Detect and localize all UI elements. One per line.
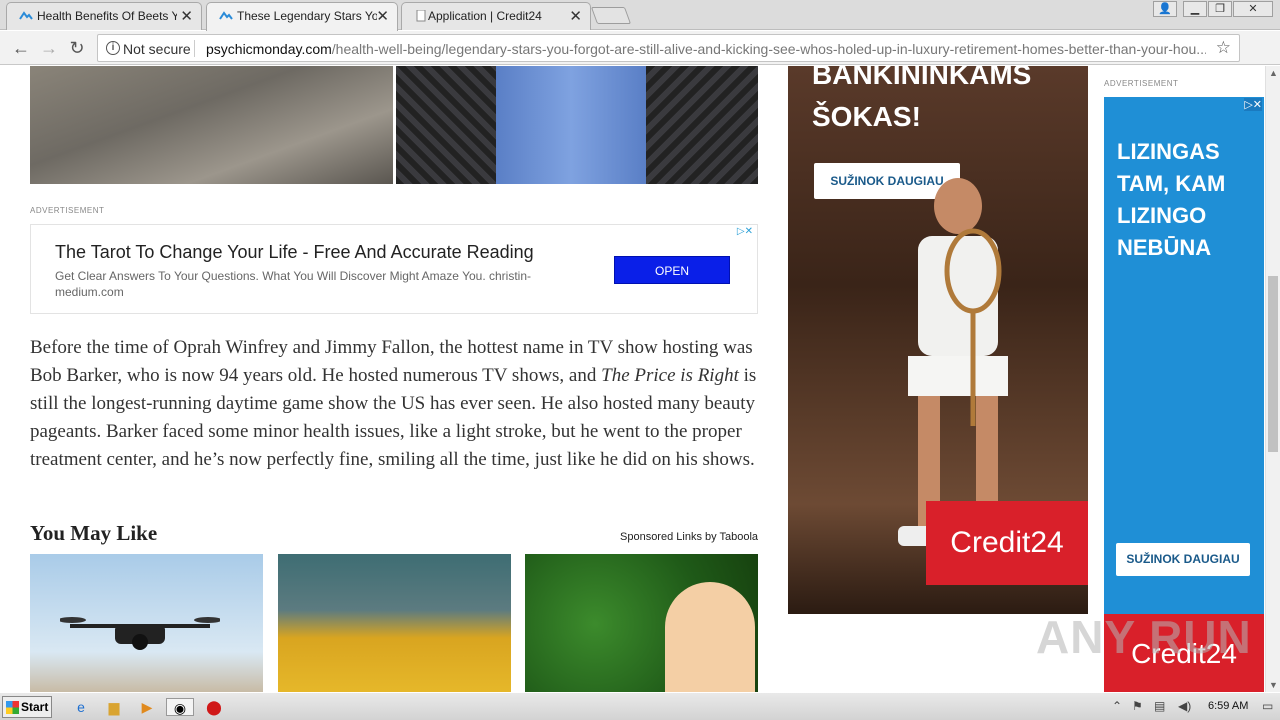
action-center-flag-icon[interactable]: ⚑ <box>1132 699 1143 713</box>
site-favicon <box>219 11 233 20</box>
show-title: The Price is Right <box>601 365 739 386</box>
shirt-area <box>496 66 646 184</box>
page-content: ADVERTISEMENT ▷✕ The Tarot To Change You… <box>0 66 1265 692</box>
taboola-link[interactable]: Sponsored Links by Taboola <box>620 531 758 543</box>
divider <box>194 40 195 57</box>
ad-headline: BANKININKAMS ŠOKAS! <box>812 66 1031 138</box>
vertical-scrollbar[interactable]: ▲ ▼ <box>1265 66 1280 692</box>
anyrun-watermark: ANY RUN <box>1036 611 1252 663</box>
forward-button[interactable]: → <box>38 37 60 59</box>
url-text[interactable]: psychicmonday.com/health-well-being/lege… <box>206 41 1206 57</box>
ad-open-button[interactable]: OPEN <box>614 256 730 284</box>
ad-cta-button[interactable]: SUŽINOK DAUGIAU <box>1116 543 1250 576</box>
tab-title: Application | Credit24 <box>428 9 542 23</box>
tray-expand-icon[interactable]: ⌃ <box>1112 699 1122 713</box>
start-label: Start <box>21 700 49 714</box>
recommended-item-drone[interactable] <box>30 554 263 692</box>
security-app-icon[interactable]: ⬤ <box>205 698 223 716</box>
browser-toolbar: ← → ↻ i Not secure psychicmonday.com/hea… <box>0 31 1280 87</box>
tab-legendary-stars[interactable]: These Legendary Stars You ✕ <box>206 2 398 31</box>
close-tab-icon[interactable]: ✕ <box>569 7 582 25</box>
person-illustration <box>665 582 755 692</box>
minimize-button[interactable]: ▁ <box>1183 1 1207 17</box>
ad-headline: LIZINGAS TAM, KAM LIZINGO NEBŪNA <box>1117 139 1226 260</box>
tab-credit24[interactable]: Application | Credit24 ✕ <box>401 2 591 30</box>
close-window-button[interactable]: ✕ <box>1233 1 1273 17</box>
restore-button[interactable]: ❐ <box>1208 1 1232 17</box>
url-domain: psychicmonday.com <box>206 41 332 57</box>
tab-strip: Health Benefits Of Beets Yo ✕ These Lege… <box>0 0 1280 31</box>
profile-icon[interactable]: 👤 <box>1153 1 1177 17</box>
credit24-ad-large[interactable]: BANKININKAMS ŠOKAS! SUŽINOK DAUGIAU Credi… <box>788 66 1088 614</box>
url-path: /health-well-being/legendary-stars-you-f… <box>331 41 1206 57</box>
tab-title: Health Benefits Of Beets Yo <box>37 9 177 23</box>
ad-title[interactable]: The Tarot To Change Your Life - Free And… <box>55 242 534 263</box>
ad-headline-line: ŠOKAS! <box>812 101 921 132</box>
network-icon[interactable]: ▤ <box>1154 699 1165 713</box>
jacket-pattern <box>396 66 496 184</box>
scroll-down-icon[interactable]: ▼ <box>1269 680 1278 690</box>
recommended-item-car[interactable] <box>278 554 511 692</box>
ad-headline-line: BANKININKAMS <box>812 66 1032 90</box>
close-tab-icon[interactable]: ✕ <box>180 7 193 25</box>
article-paragraph: Before the time of Oprah Winfrey and Jim… <box>30 334 760 474</box>
tarot-ad[interactable]: ▷✕ The Tarot To Change Your Life - Free … <box>30 224 758 314</box>
start-button[interactable]: Start <box>2 696 52 718</box>
credit24-logo: Credit24 <box>926 501 1088 585</box>
credit24-ad-skyscraper[interactable]: ▷✕ LIZINGAS TAM, KAM LIZINGO NEBŪNA SUŽI… <box>1104 97 1264 692</box>
recommended-item-spinach[interactable] <box>525 554 758 692</box>
system-clock[interactable]: 6:59 AM <box>1208 700 1248 712</box>
close-tab-icon[interactable]: ✕ <box>376 7 389 25</box>
jacket-pattern <box>646 66 758 184</box>
windows-taskbar: Start e ▆ ▶ ◉ ⬤ ⌃ ⚑ ▤ ◀) 6:59 AM ▭ <box>0 692 1280 720</box>
address-bar[interactable]: i Not secure psychicmonday.com/health-we… <box>97 34 1240 62</box>
windows-flag-icon <box>6 701 19 714</box>
chrome-taskbar-icon[interactable]: ◉ <box>166 698 194 716</box>
internet-explorer-icon[interactable]: e <box>72 698 90 716</box>
article-photo-left <box>30 66 393 184</box>
article-photo-right <box>396 66 758 184</box>
info-icon[interactable]: i <box>106 41 120 55</box>
reload-button[interactable]: ↻ <box>66 37 88 59</box>
scroll-up-icon[interactable]: ▲ <box>1269 68 1278 78</box>
tab-health-benefits[interactable]: Health Benefits Of Beets Yo ✕ <box>6 2 202 30</box>
show-desktop-icon[interactable]: ▭ <box>1262 699 1273 713</box>
security-label: Not secure <box>123 41 191 57</box>
new-tab-button[interactable] <box>590 7 632 24</box>
media-player-icon[interactable]: ▶ <box>138 698 156 716</box>
file-explorer-icon[interactable]: ▆ <box>105 698 123 716</box>
you-may-like-heading: You May Like <box>30 521 158 545</box>
drone-image <box>60 617 220 650</box>
advertisement-label: ADVERTISEMENT <box>1104 79 1179 88</box>
adchoices-icon[interactable]: ▷✕ <box>737 226 753 237</box>
ad-description: Get Clear Answers To Your Questions. Wha… <box>55 269 532 299</box>
adchoices-icon[interactable]: ▷✕ <box>1244 98 1262 111</box>
bookmark-star-icon[interactable]: ☆ <box>1216 38 1231 58</box>
advertisement-label: ADVERTISEMENT <box>30 206 105 215</box>
page-icon <box>416 10 426 22</box>
scrollbar-thumb[interactable] <box>1268 276 1278 452</box>
volume-icon[interactable]: ◀) <box>1178 699 1191 713</box>
back-button[interactable]: ← <box>10 37 32 59</box>
site-favicon <box>19 11 33 20</box>
tab-title: These Legendary Stars You <box>237 9 377 23</box>
